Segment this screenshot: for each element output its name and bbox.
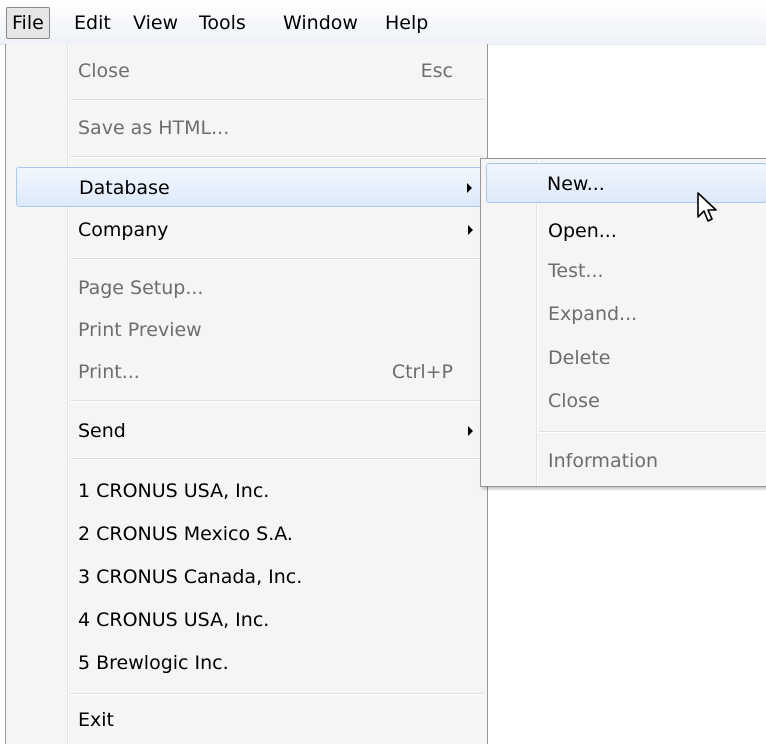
menu-item-print-preview[interactable]: Print Preview [8,310,485,350]
file-menu-dropdown: Close Esc Save as HTML... Database Compa… [5,44,488,744]
submenu-arrow-icon [468,225,473,235]
menu-item-label: Send [78,420,126,442]
menu-item-label: Close [78,60,130,82]
menu-item-label: 4 CRONUS USA, Inc. [78,609,270,631]
menu-item-label: Company [78,219,169,241]
recent-file-item[interactable]: 3 CRONUS Canada, Inc. [8,557,485,597]
recent-file-item[interactable]: 4 CRONUS USA, Inc. [8,600,485,640]
submenu-item-open[interactable]: Open... [483,211,766,251]
menu-separator [70,258,484,260]
menu-view[interactable]: View [127,8,184,38]
menu-edit[interactable]: Edit [68,8,117,38]
menu-item-label: 2 CRONUS Mexico S.A. [78,523,293,545]
menu-item-shortcut: Ctrl+P [391,361,453,383]
menu-help[interactable]: Help [379,8,434,38]
submenu-arrow-icon [468,426,473,436]
submenu-item-label: Close [548,390,600,412]
database-submenu: New... Open... Test... Expand... Delete … [480,158,766,487]
submenu-item-expand[interactable]: Expand... [483,294,766,334]
menu-tools[interactable]: Tools [193,8,252,38]
menu-bar: File Edit View Tools Window Help [0,0,766,45]
recent-file-item[interactable]: 2 CRONUS Mexico S.A. [8,514,485,554]
menu-item-company[interactable]: Company [8,210,485,250]
menu-separator [70,693,484,695]
submenu-item-label: New... [547,173,605,195]
menu-separator [539,431,766,433]
menu-separator [70,458,484,460]
menu-separator [70,400,484,402]
submenu-item-test[interactable]: Test... [483,251,766,291]
menu-item-print[interactable]: Print... Ctrl+P [8,352,485,392]
submenu-item-label: Information [548,450,658,472]
menu-item-save-as-html[interactable]: Save as HTML... [8,108,485,148]
submenu-item-label: Delete [548,347,611,369]
submenu-arrow-icon [467,183,472,193]
menu-item-label: 3 CRONUS Canada, Inc. [78,566,303,588]
menu-file[interactable]: File [6,7,50,39]
submenu-item-label: Test... [548,260,604,282]
menu-item-send[interactable]: Send [8,411,485,451]
menu-separator [70,99,484,101]
submenu-item-delete[interactable]: Delete [483,338,766,378]
submenu-item-label: Open... [548,220,617,242]
menu-window[interactable]: Window [277,8,364,38]
menu-item-label: 1 CRONUS USA, Inc. [78,480,270,502]
menu-item-label: Print Preview [78,319,202,341]
menu-item-shortcut: Esc [420,60,453,82]
menu-item-label: Exit [78,709,114,731]
submenu-item-close[interactable]: Close [483,381,766,421]
recent-file-item[interactable]: 1 CRONUS USA, Inc. [8,471,485,511]
mouse-cursor-icon [697,192,717,222]
submenu-item-information[interactable]: Information [483,441,766,481]
menu-item-close[interactable]: Close Esc [8,51,485,91]
menu-item-database[interactable]: Database [16,167,485,207]
menu-item-exit[interactable]: Exit [8,700,485,740]
menu-item-label: Page Setup... [78,277,204,299]
recent-file-item[interactable]: 5 Brewlogic Inc. [8,643,485,683]
menu-item-page-setup[interactable]: Page Setup... [8,268,485,308]
submenu-item-label: Expand... [548,303,638,325]
menu-separator [70,156,484,158]
menu-item-label: Database [79,177,170,199]
submenu-item-new[interactable]: New... [486,163,766,203]
menu-item-label: Save as HTML... [78,117,230,139]
menu-item-label: 5 Brewlogic Inc. [78,652,229,674]
menu-item-label: Print... [78,361,140,383]
